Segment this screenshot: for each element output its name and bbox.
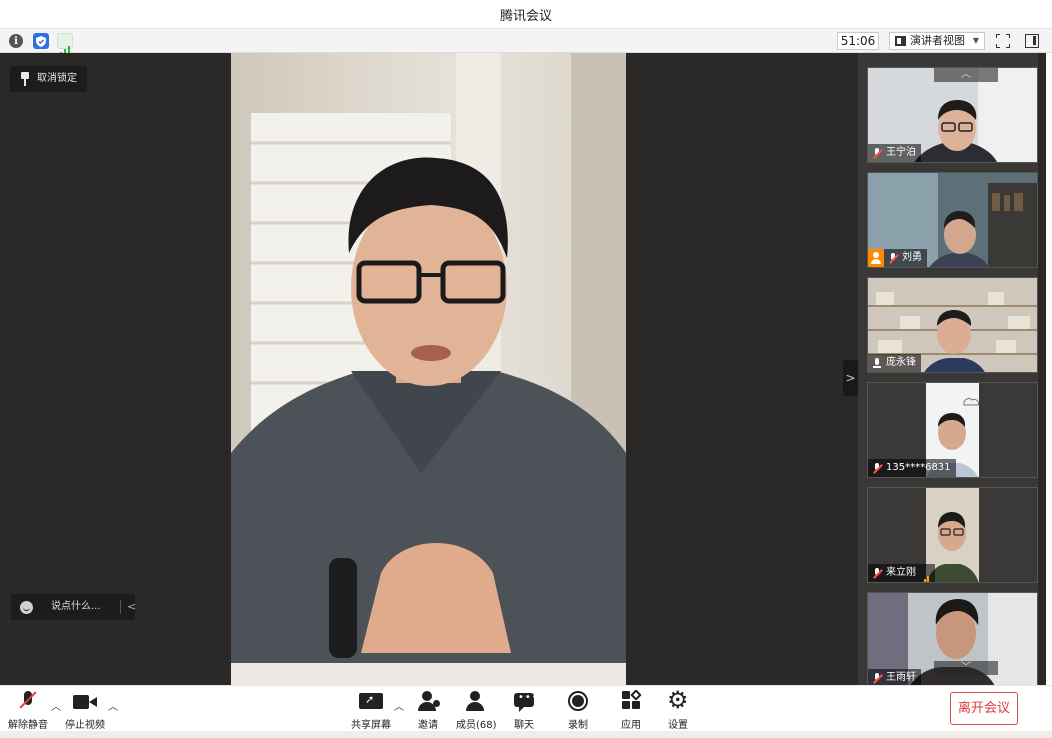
status-bar: i 51:06 演讲者视图 ▼ xyxy=(0,28,1052,56)
settings-label: 设置 xyxy=(668,720,688,731)
speaker-view-icon xyxy=(895,36,906,46)
emoji-icon[interactable] xyxy=(20,601,33,614)
share-screen-label: 共享屏幕 xyxy=(351,720,391,731)
view-mode-label: 演讲者视图 xyxy=(910,34,965,47)
members-icon xyxy=(464,690,488,714)
apps-button[interactable]: 应用 xyxy=(617,689,645,734)
chat-icon: ••• xyxy=(513,690,538,714)
invite-user-icon xyxy=(416,690,441,714)
mic-muted-icon xyxy=(872,147,882,159)
camera-icon xyxy=(73,690,97,714)
meeting-timer: 51:06 xyxy=(837,32,879,50)
unmute-button[interactable]: 解除静音 xyxy=(8,690,48,734)
chat-placeholder: 说点什么... xyxy=(51,601,101,612)
unmute-label: 解除静音 xyxy=(8,720,48,731)
participant-gallery: 王宁泊 ︿ 刘勇 庞永锋 135****6831 来立刚 王雨轩 ﹀ xyxy=(858,53,1046,688)
participant-tile[interactable]: 庞永锋 xyxy=(867,277,1038,373)
fullscreen-icon[interactable] xyxy=(996,34,1010,48)
mic-muted-icon xyxy=(872,462,882,474)
apps-label: 应用 xyxy=(621,720,641,731)
leave-meeting-button[interactable]: 离开会议 xyxy=(950,692,1018,725)
info-icon[interactable]: i xyxy=(8,33,24,49)
record-button[interactable]: 录制 xyxy=(564,690,592,734)
gallery-scrollbar[interactable] xyxy=(1038,53,1046,685)
invite-label: 邀请 xyxy=(418,720,438,731)
network-signal-icon[interactable] xyxy=(57,33,73,56)
members-button[interactable]: 成员(68) xyxy=(456,690,497,734)
record-icon xyxy=(567,690,589,714)
invite-button[interactable]: 邀请 xyxy=(414,690,442,734)
participant-name: 135****6831 xyxy=(886,462,951,473)
side-panel-toggle-icon[interactable] xyxy=(1025,34,1039,48)
participant-name: 王宁泊 xyxy=(886,147,916,158)
scroll-up-icon[interactable]: ︿ xyxy=(934,68,998,82)
pin-icon xyxy=(20,72,30,86)
stop-video-button[interactable]: 停止视频 xyxy=(64,690,106,734)
participant-tile[interactable]: 135****6831 xyxy=(867,382,1038,478)
mic-muted-icon xyxy=(872,672,882,684)
security-shield-icon[interactable] xyxy=(33,33,49,49)
participant-tile[interactable]: 王雨轩 ﹀ xyxy=(867,592,1038,688)
mic-on-icon xyxy=(872,357,882,369)
audio-options-caret-icon[interactable]: ︿ xyxy=(51,698,61,713)
unpin-button[interactable]: 取消锁定 xyxy=(10,66,87,92)
apps-icon xyxy=(620,689,642,714)
collapse-sidebar-handle[interactable]: > xyxy=(843,360,858,396)
scroll-down-icon[interactable]: ﹀ xyxy=(934,661,998,675)
members-label: 成员(68) xyxy=(456,720,497,731)
gear-icon xyxy=(667,686,689,714)
chat-label: 聊天 xyxy=(514,720,534,731)
participant-tile[interactable]: 王宁泊 ︿ xyxy=(867,67,1038,163)
participant-name: 庞永锋 xyxy=(886,357,916,368)
view-mode-select[interactable]: 演讲者视图 ▼ xyxy=(889,32,985,50)
mic-muted-icon xyxy=(872,567,882,579)
unpin-label: 取消锁定 xyxy=(37,73,77,84)
chat-button[interactable]: ••• 聊天 xyxy=(510,690,538,734)
window-title: 腾讯会议 xyxy=(499,9,552,24)
caret-down-icon: ▼ xyxy=(972,36,979,45)
chevron-left-icon[interactable]: < xyxy=(127,594,136,620)
record-label: 录制 xyxy=(568,720,588,731)
participant-tile[interactable]: 来立刚 xyxy=(867,487,1038,583)
video-options-caret-icon[interactable]: ︿ xyxy=(108,698,118,713)
participant-name: 刘勇 xyxy=(902,252,922,263)
participant-name: 来立刚 xyxy=(886,567,916,578)
chat-input-box[interactable]: 说点什么... < xyxy=(11,594,136,620)
share-screen-icon xyxy=(359,690,383,714)
network-quality-icon xyxy=(921,568,930,582)
main-speaker-video xyxy=(231,53,626,685)
mic-muted-icon xyxy=(888,252,898,264)
settings-button[interactable]: 设置 xyxy=(664,686,692,734)
video-stage: 取消锁定 说点什么... < > xyxy=(0,53,858,685)
share-options-caret-icon[interactable]: ︿ xyxy=(394,698,404,713)
taskbar-strip xyxy=(0,731,1052,738)
stop-video-label: 停止视频 xyxy=(65,720,105,731)
mic-muted-icon xyxy=(18,690,38,714)
share-screen-button[interactable]: 共享屏幕 xyxy=(350,690,392,734)
title-bar: 腾讯会议 xyxy=(0,0,1052,28)
participant-tile[interactable]: 刘勇 xyxy=(867,172,1038,268)
host-badge-icon xyxy=(868,249,884,267)
